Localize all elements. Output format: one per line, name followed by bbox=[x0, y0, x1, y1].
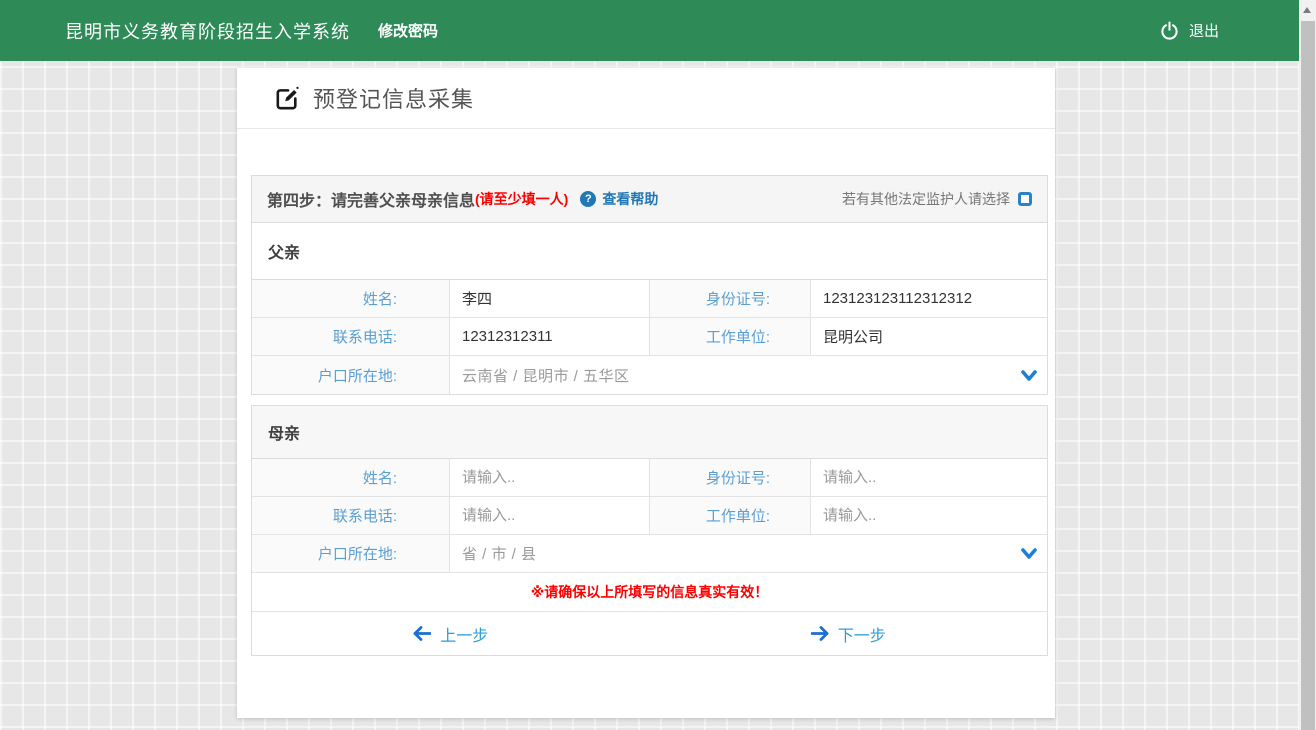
app-title[interactable]: 昆明市义务教育阶段招生入学系统 bbox=[65, 18, 350, 44]
father-phone-input[interactable] bbox=[450, 318, 649, 355]
mother-name-cell bbox=[450, 459, 650, 496]
step-title: 第四步：请完善父亲母亲信息 bbox=[267, 187, 475, 211]
father-name-label: 姓名: bbox=[252, 280, 450, 317]
mother-name-input[interactable] bbox=[450, 459, 649, 496]
step-note: (请至少填一人) bbox=[475, 189, 568, 209]
mother-phone-input[interactable] bbox=[450, 497, 649, 534]
page-title: 预登记信息采集 bbox=[313, 82, 474, 114]
father-row-phone-employer: 联系电话: 工作单位: bbox=[252, 318, 1047, 356]
logout-button[interactable]: 退出 bbox=[1160, 20, 1219, 41]
mother-employer-label: 工作单位: bbox=[650, 497, 811, 534]
prev-step-button[interactable]: 上一步 bbox=[413, 622, 488, 646]
help-link-label: 查看帮助 bbox=[602, 189, 658, 209]
mother-phone-label: 联系电话: bbox=[252, 497, 450, 534]
main-card: 预登记信息采集 第四步：请完善父亲母亲信息 (请至少填一人) ? 查看帮助 若有… bbox=[237, 68, 1055, 718]
father-residence-label: 户口所在地: bbox=[252, 356, 450, 394]
question-circle-icon: ? bbox=[580, 191, 596, 207]
father-residence-value: 云南省 / 昆明市 / 五华区 bbox=[450, 365, 1021, 386]
father-row-residence: 户口所在地: 云南省 / 昆明市 / 五华区 bbox=[252, 356, 1047, 394]
mother-name-label: 姓名: bbox=[252, 459, 450, 496]
edit-icon bbox=[275, 86, 300, 111]
next-step-label: 下一步 bbox=[838, 622, 886, 646]
top-navbar: 昆明市义务教育阶段招生入学系统 修改密码 退出 bbox=[0, 0, 1299, 61]
father-id-input[interactable] bbox=[811, 280, 1047, 317]
guardian-option: 若有其他法定监护人请选择 bbox=[842, 189, 1032, 209]
guardian-label: 若有其他法定监护人请选择 bbox=[842, 189, 1010, 209]
mother-row-residence: 户口所在地: 省 / 市 / 县 bbox=[252, 535, 1047, 573]
mother-box: 母亲 姓名: 身份证号: 联系电话: 工作单位: bbox=[251, 405, 1048, 656]
mother-id-input[interactable] bbox=[811, 459, 1047, 496]
next-step-button[interactable]: 下一步 bbox=[811, 622, 886, 646]
mother-phone-cell bbox=[450, 497, 650, 534]
wizard-buttons: 上一步 下一步 bbox=[252, 612, 1047, 655]
mother-employer-input[interactable] bbox=[811, 497, 1047, 534]
prev-step-label: 上一步 bbox=[440, 622, 488, 646]
card-header: 预登记信息采集 bbox=[237, 68, 1055, 129]
change-password-link[interactable]: 修改密码 bbox=[378, 20, 438, 41]
step-header: 第四步：请完善父亲母亲信息 (请至少填一人) ? 查看帮助 若有其他法定监护人请… bbox=[252, 176, 1047, 223]
father-residence-select[interactable]: 云南省 / 昆明市 / 五华区 bbox=[450, 356, 1047, 394]
father-name-cell bbox=[450, 280, 650, 317]
power-icon bbox=[1160, 21, 1179, 40]
father-employer-label: 工作单位: bbox=[650, 318, 811, 355]
logout-label: 退出 bbox=[1189, 20, 1219, 41]
guardian-checkbox[interactable] bbox=[1018, 192, 1032, 206]
father-name-input[interactable] bbox=[450, 280, 649, 317]
father-phone-label: 联系电话: bbox=[252, 318, 450, 355]
scrollbar[interactable] bbox=[1299, 0, 1316, 730]
mother-row-name-id: 姓名: 身份证号: bbox=[252, 459, 1047, 497]
chevron-down-icon bbox=[1021, 548, 1037, 559]
arrow-right-icon bbox=[811, 626, 829, 641]
mother-residence-select[interactable]: 省 / 市 / 县 bbox=[450, 535, 1047, 572]
mother-id-label: 身份证号: bbox=[650, 459, 811, 496]
panel-area: 第四步：请完善父亲母亲信息 (请至少填一人) ? 查看帮助 若有其他法定监护人请… bbox=[237, 129, 1055, 656]
scrollbar-up-arrow-icon[interactable] bbox=[1303, 7, 1311, 13]
scrollbar-thumb[interactable] bbox=[1301, 21, 1315, 730]
mother-row-phone-employer: 联系电话: 工作单位: bbox=[252, 497, 1047, 535]
mother-id-cell bbox=[811, 459, 1047, 496]
chevron-down-icon bbox=[1021, 370, 1037, 381]
view-help-link[interactable]: ? 查看帮助 bbox=[580, 189, 658, 209]
mother-section-title: 母亲 bbox=[252, 406, 1047, 459]
mother-employer-cell bbox=[811, 497, 1047, 534]
father-section-title: 父亲 bbox=[252, 223, 1047, 280]
father-phone-cell bbox=[450, 318, 650, 355]
warning-message: ※请确保以上所填写的信息真实有效！ bbox=[252, 573, 1047, 612]
mother-residence-placeholder: 省 / 市 / 县 bbox=[450, 543, 1021, 564]
mother-residence-label: 户口所在地: bbox=[252, 535, 450, 572]
father-box: 第四步：请完善父亲母亲信息 (请至少填一人) ? 查看帮助 若有其他法定监护人请… bbox=[251, 175, 1048, 395]
father-row-name-id: 姓名: 身份证号: bbox=[252, 280, 1047, 318]
father-id-cell bbox=[811, 280, 1047, 317]
father-id-label: 身份证号: bbox=[650, 280, 811, 317]
father-employer-input[interactable] bbox=[811, 318, 1047, 355]
arrow-left-icon bbox=[413, 626, 431, 641]
father-employer-cell bbox=[811, 318, 1047, 355]
